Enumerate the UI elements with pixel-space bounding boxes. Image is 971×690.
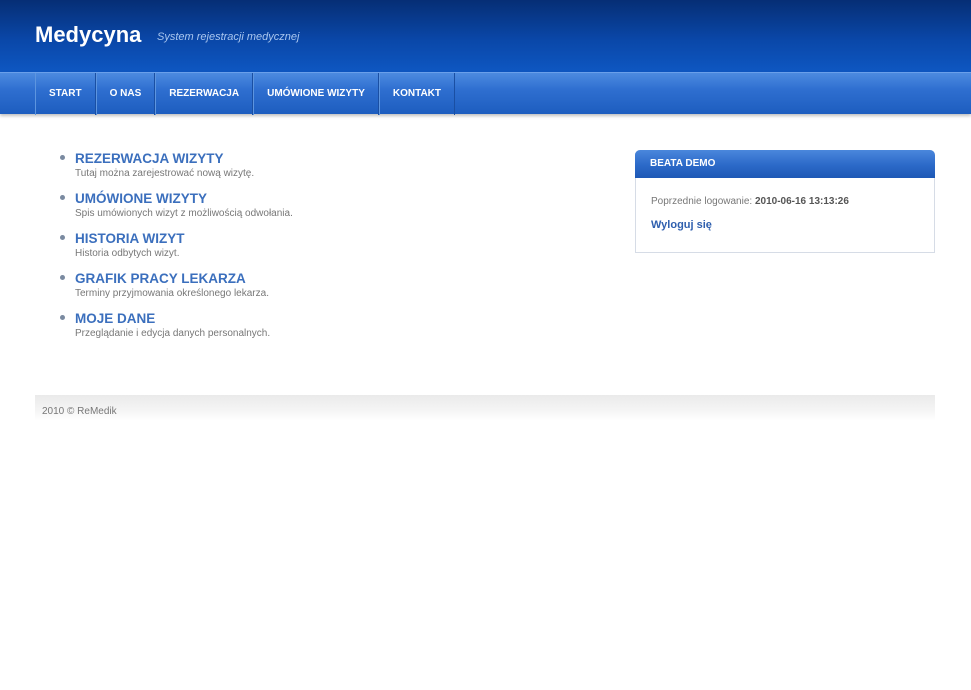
main-content: REZERWACJA WIZYTY Tutaj można zarejestro… bbox=[0, 114, 971, 394]
menu-item-umowione-wizyty: UMÓWIONE WIZYTY Spis umówionych wizyt z … bbox=[60, 190, 600, 230]
nav-item-rezerwacja[interactable]: REZERWACJA bbox=[155, 73, 254, 115]
last-login-label: Poprzednie logowanie: bbox=[651, 196, 753, 207]
menu-description: Tutaj można zarejestrować nową wizytę. bbox=[75, 168, 255, 179]
nav-item-kontakt[interactable]: KONTAKT bbox=[378, 73, 456, 115]
menu-item-rezerwacja-wizyty: REZERWACJA WIZYTY Tutaj można zarejestro… bbox=[60, 150, 600, 190]
menu-link-grafik-pracy-lekarza[interactable]: GRAFIK PRACY LEKARZA bbox=[75, 270, 600, 287]
main-navigation: START O NAS REZERWACJA UMÓWIONE WIZYTY K… bbox=[0, 72, 971, 115]
menu-link-moje-dane[interactable]: MOJE DANE bbox=[75, 310, 600, 327]
nav-item-o-nas[interactable]: O NAS bbox=[95, 73, 156, 115]
site-subtitle: System rejestracji medycznej bbox=[157, 31, 300, 43]
menu-link-umowione-wizyty[interactable]: UMÓWIONE WIZYTY bbox=[75, 190, 600, 207]
footer-copyright: 2010 © ReMedik bbox=[42, 406, 117, 417]
nav-item-start[interactable]: START bbox=[35, 73, 96, 115]
menu-description: Terminy przyjmowania określonego lekarza… bbox=[75, 288, 269, 299]
menu-description: Spis umówionych wizyt z możliwością odwo… bbox=[75, 208, 293, 219]
bullet-icon bbox=[60, 275, 65, 280]
last-login-value: 2010-06-16 13:13:26 bbox=[754, 196, 849, 207]
bullet-icon bbox=[60, 315, 65, 320]
menu-description: Przeglądanie i edycja danych personalnyc… bbox=[75, 328, 271, 339]
logout-link[interactable]: Wyloguj się bbox=[651, 219, 712, 231]
user-name-header: BEATA DEMO bbox=[635, 150, 935, 178]
bullet-icon bbox=[60, 195, 65, 200]
user-info-box: BEATA DEMO Poprzednie logowanie: 2010-06… bbox=[635, 150, 935, 253]
site-header: Medycyna System rejestracji medycznej bbox=[0, 0, 971, 72]
menu-link-rezerwacja-wizyty[interactable]: REZERWACJA WIZYTY bbox=[75, 150, 600, 167]
menu-item-historia-wizyt: HISTORIA WIZYT Historia odbytych wizyt. bbox=[60, 230, 600, 270]
site-title[interactable]: Medycyna bbox=[35, 22, 141, 48]
menu-link-historia-wizyt[interactable]: HISTORIA WIZYT bbox=[75, 230, 600, 247]
menu-item-grafik-pracy-lekarza: GRAFIK PRACY LEKARZA Terminy przyjmowani… bbox=[60, 270, 600, 310]
nav-item-umowione-wizyty[interactable]: UMÓWIONE WIZYTY bbox=[253, 73, 379, 115]
menu-description: Historia odbytych wizyt. bbox=[75, 248, 180, 259]
bullet-icon bbox=[60, 235, 65, 240]
bullet-icon bbox=[60, 155, 65, 160]
menu-item-moje-dane: MOJE DANE Przeglądanie i edycja danych p… bbox=[60, 310, 600, 350]
nav-list: START O NAS REZERWACJA UMÓWIONE WIZYTY K… bbox=[35, 73, 456, 115]
feature-menu: REZERWACJA WIZYTY Tutaj można zarejestro… bbox=[60, 150, 600, 350]
last-login-info: Poprzednie logowanie: 2010-06-16 13:13:2… bbox=[651, 196, 849, 207]
site-footer: 2010 © ReMedik bbox=[35, 395, 935, 421]
